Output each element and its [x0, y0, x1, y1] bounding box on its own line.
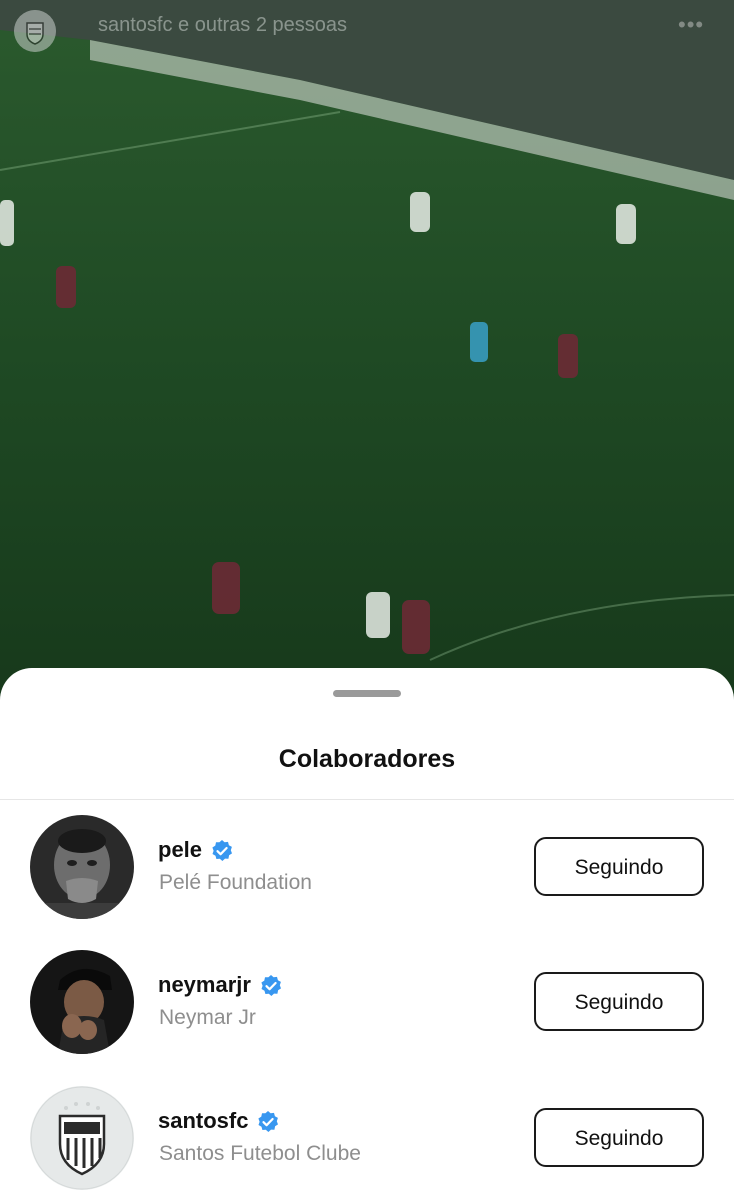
full-name: Santos Futebol Clube	[159, 1142, 361, 1165]
divider	[0, 799, 734, 800]
avatar[interactable]	[30, 950, 134, 1054]
username[interactable]: pele	[158, 837, 202, 862]
verified-badge-icon	[212, 840, 233, 862]
full-name: Pelé Foundation	[159, 871, 312, 894]
collaborator-row-santosfc[interactable]: santosfc Santos Futebol Clube Seguindo	[0, 1086, 734, 1196]
full-name: Neymar Jr	[159, 1006, 256, 1029]
sheet-drag-handle[interactable]	[333, 690, 401, 697]
username[interactable]: santosfc	[158, 1108, 248, 1133]
collaborator-row-pele[interactable]: pele Pelé Foundation Seguindo	[0, 815, 734, 925]
username-row[interactable]: neymarjr	[158, 972, 283, 998]
story-video-frame[interactable]	[0, 0, 734, 700]
username-row[interactable]: santosfc	[158, 1108, 280, 1134]
avatar[interactable]	[30, 1086, 134, 1190]
following-button[interactable]: Seguindo	[534, 1108, 704, 1167]
sheet-title: Colaboradores	[278, 745, 456, 773]
avatar[interactable]	[30, 815, 134, 919]
collaborators-sheet: Colaboradores pele Pelé Foundation Segui…	[0, 668, 734, 1200]
username[interactable]: neymarjr	[158, 972, 251, 997]
username-row[interactable]: pele	[158, 837, 234, 863]
more-horizontal-icon[interactable]: •••	[678, 12, 704, 38]
verified-badge-icon	[258, 1111, 279, 1133]
verified-badge-icon	[261, 975, 281, 997]
story-header: santosfc e outras 2 pessoas •••	[0, 0, 734, 52]
santos-crest-icon[interactable]	[14, 10, 56, 52]
following-button[interactable]: Seguindo	[534, 972, 704, 1031]
story-title[interactable]: santosfc e outras 2 pessoas	[98, 14, 347, 37]
collaborator-row-neymarjr[interactable]: neymarjr Neymar Jr Seguindo	[0, 950, 734, 1060]
following-button[interactable]: Seguindo	[534, 837, 704, 896]
